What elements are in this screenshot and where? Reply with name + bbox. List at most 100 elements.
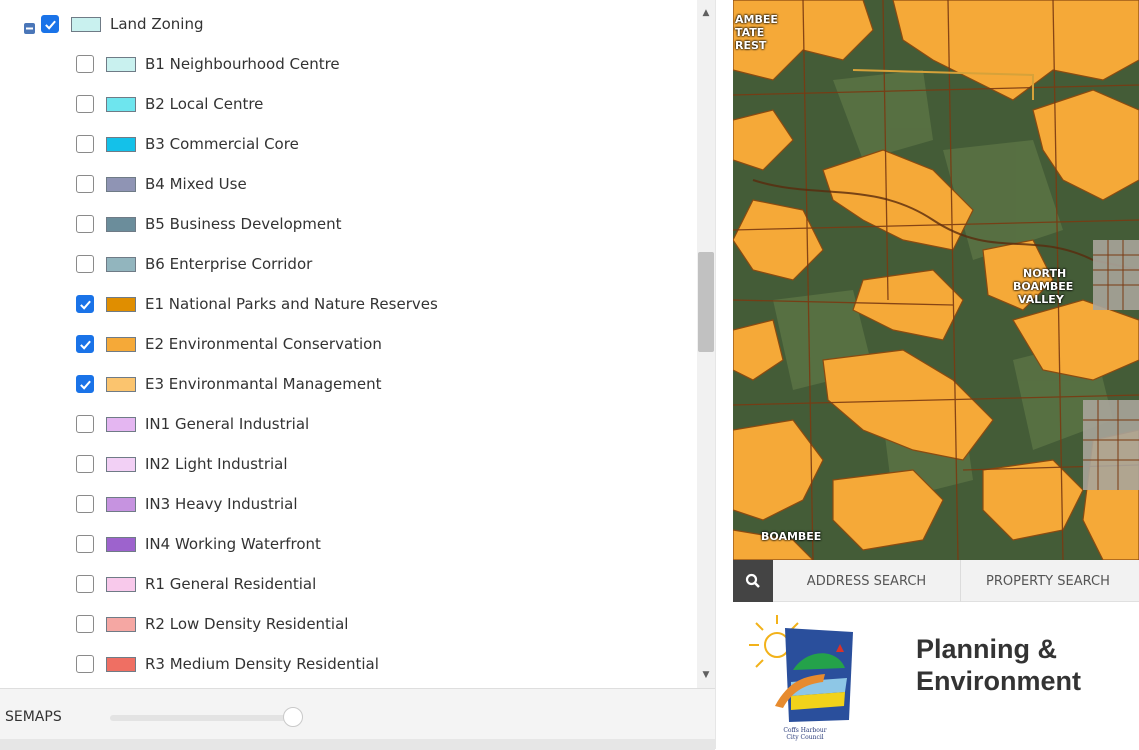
layer-item[interactable]: B3 Commercial Core: [76, 132, 299, 156]
map-label: BOAMBEE: [1013, 280, 1074, 293]
layer-checkbox[interactable]: [76, 55, 94, 73]
layer-label: IN1 General Industrial: [145, 415, 310, 433]
layer-checkbox[interactable]: [76, 215, 94, 233]
layer-checkbox[interactable]: [76, 255, 94, 273]
minus-square-icon[interactable]: [24, 19, 35, 34]
address-search-tab[interactable]: ADDRESS SEARCH: [773, 560, 961, 602]
layer-checkbox[interactable]: [76, 495, 94, 513]
layer-checkbox[interactable]: [76, 535, 94, 553]
layer-checkbox[interactable]: [76, 175, 94, 193]
layer-color-swatch: [106, 616, 136, 632]
layer-color-swatch: [106, 416, 136, 432]
layer-color-swatch: [106, 536, 136, 552]
layer-label: B1 Neighbourhood Centre: [145, 55, 340, 73]
zoning-map-layer: [733, 0, 1139, 560]
layer-item[interactable]: IN4 Working Waterfront: [76, 532, 321, 556]
layer-color-swatch: [106, 136, 136, 152]
layer-label: R3 Medium Density Residential: [145, 655, 379, 673]
layer-label: B3 Commercial Core: [145, 135, 299, 153]
layer-color-swatch: [106, 336, 136, 352]
layer-label: IN2 Light Industrial: [145, 455, 288, 473]
layer-checkbox[interactable]: [76, 335, 94, 353]
layer-label: R2 Low Density Residential: [145, 615, 349, 633]
layer-item[interactable]: E1 National Parks and Nature Reserves: [76, 292, 438, 316]
layer-label: E2 Environmental Conservation: [145, 335, 382, 353]
layer-label: B2 Local Centre: [145, 95, 264, 113]
map-label: BOAMBEE: [761, 530, 822, 543]
scroll-down-arrow-icon[interactable]: ▼: [697, 670, 715, 680]
layer-color-swatch: [106, 176, 136, 192]
app-title-line-1: Planning &: [916, 634, 1057, 664]
check-icon: [79, 380, 91, 390]
logo-text-line-2: City Council: [786, 734, 824, 741]
layer-color-swatch: [106, 496, 136, 512]
layer-item[interactable]: E2 Environmental Conservation: [76, 332, 382, 356]
scroll-thumb[interactable]: [698, 252, 714, 352]
layer-checkbox[interactable]: [76, 415, 94, 433]
property-search-tab[interactable]: PROPERTY SEARCH: [961, 560, 1139, 602]
map-label: AMBEE: [735, 13, 778, 26]
council-logo: Coffs Harbour City Council: [745, 610, 865, 745]
search-bar: ADDRESS SEARCH PROPERTY SEARCH: [733, 560, 1139, 602]
land-zoning-checkbox[interactable]: [41, 15, 59, 33]
basemaps-label: SEMAPS: [5, 709, 62, 725]
layer-item[interactable]: E3 Environmantal Management: [76, 372, 381, 396]
layer-checkbox[interactable]: [76, 375, 94, 393]
layer-label: B5 Business Development: [145, 215, 342, 233]
layer-checkbox[interactable]: [76, 135, 94, 153]
layer-label: E1 National Parks and Nature Reserves: [145, 295, 438, 313]
layer-item[interactable]: IN1 General Industrial: [76, 412, 309, 436]
app-title: Planning & Environment: [916, 633, 1081, 697]
layer-color-swatch: [106, 96, 136, 112]
layer-list-panel: Land Zoning B1 Neighbourhood Centre B2 Lo…: [0, 0, 697, 688]
layer-label: B4 Mixed Use: [145, 175, 247, 193]
layer-color-swatch: [106, 216, 136, 232]
layer-label: E3 Environmantal Management: [145, 375, 382, 393]
layer-color-swatch: [106, 296, 136, 312]
layer-color-swatch: [106, 56, 136, 72]
layer-checkbox[interactable]: [76, 575, 94, 593]
layer-label: IN3 Heavy Industrial: [145, 495, 298, 513]
aerial-map[interactable]: AMBEE TATE REST NORTH BOAMBEE VALLEY BOA…: [733, 0, 1139, 560]
layer-item[interactable]: B1 Neighbourhood Centre: [76, 52, 340, 76]
layer-item[interactable]: B4 Mixed Use: [76, 172, 247, 196]
land-zoning-label: Land Zoning: [110, 15, 204, 33]
layer-item[interactable]: R3 Medium Density Residential: [76, 652, 379, 676]
layer-color-swatch: [106, 456, 136, 472]
check-icon: [79, 340, 91, 350]
layer-item[interactable]: B6 Enterprise Corridor: [76, 252, 312, 276]
logo-text-line-1: Coffs Harbour: [783, 727, 827, 734]
layer-color-swatch: [106, 376, 136, 392]
layer-item[interactable]: IN2 Light Industrial: [76, 452, 288, 476]
land-zoning-swatch: [71, 16, 101, 32]
layer-label: IN4 Working Waterfront: [145, 535, 321, 553]
layer-color-swatch: [106, 576, 136, 592]
layer-color-swatch: [106, 656, 136, 672]
layer-list-scrollbar[interactable]: ▲ ▼: [697, 0, 715, 688]
map-label: NORTH: [1023, 267, 1067, 280]
scroll-up-arrow-icon[interactable]: ▲: [697, 8, 715, 18]
panel-splitter[interactable]: [715, 0, 733, 749]
map-label: TATE: [735, 26, 765, 39]
layer-item[interactable]: B5 Business Development: [76, 212, 342, 236]
basemap-opacity-slider-handle[interactable]: [283, 707, 303, 727]
layer-item[interactable]: R1 General Residential: [76, 572, 316, 596]
sun-logo-icon: [749, 615, 853, 722]
layer-checkbox[interactable]: [76, 295, 94, 313]
layer-checkbox[interactable]: [76, 655, 94, 673]
map-label: VALLEY: [1018, 293, 1064, 306]
search-button[interactable]: [733, 560, 773, 602]
layer-checkbox[interactable]: [76, 455, 94, 473]
basemaps-bottom-strip: [0, 739, 715, 750]
layer-item[interactable]: IN3 Heavy Industrial: [76, 492, 298, 516]
check-icon: [79, 300, 91, 310]
layer-checkbox[interactable]: [76, 615, 94, 633]
search-icon: [745, 573, 760, 588]
layer-item[interactable]: R2 Low Density Residential: [76, 612, 348, 636]
basemap-opacity-slider[interactable]: [110, 715, 290, 721]
layer-item[interactable]: B2 Local Centre: [76, 92, 263, 116]
layer-checkbox[interactable]: [76, 95, 94, 113]
council-logo-text: Coffs Harbour City Council: [745, 727, 865, 741]
branding-panel: Coffs Harbour City Council Planning & En…: [733, 602, 1139, 749]
layer-group-land-zoning: Land Zoning: [24, 12, 204, 36]
